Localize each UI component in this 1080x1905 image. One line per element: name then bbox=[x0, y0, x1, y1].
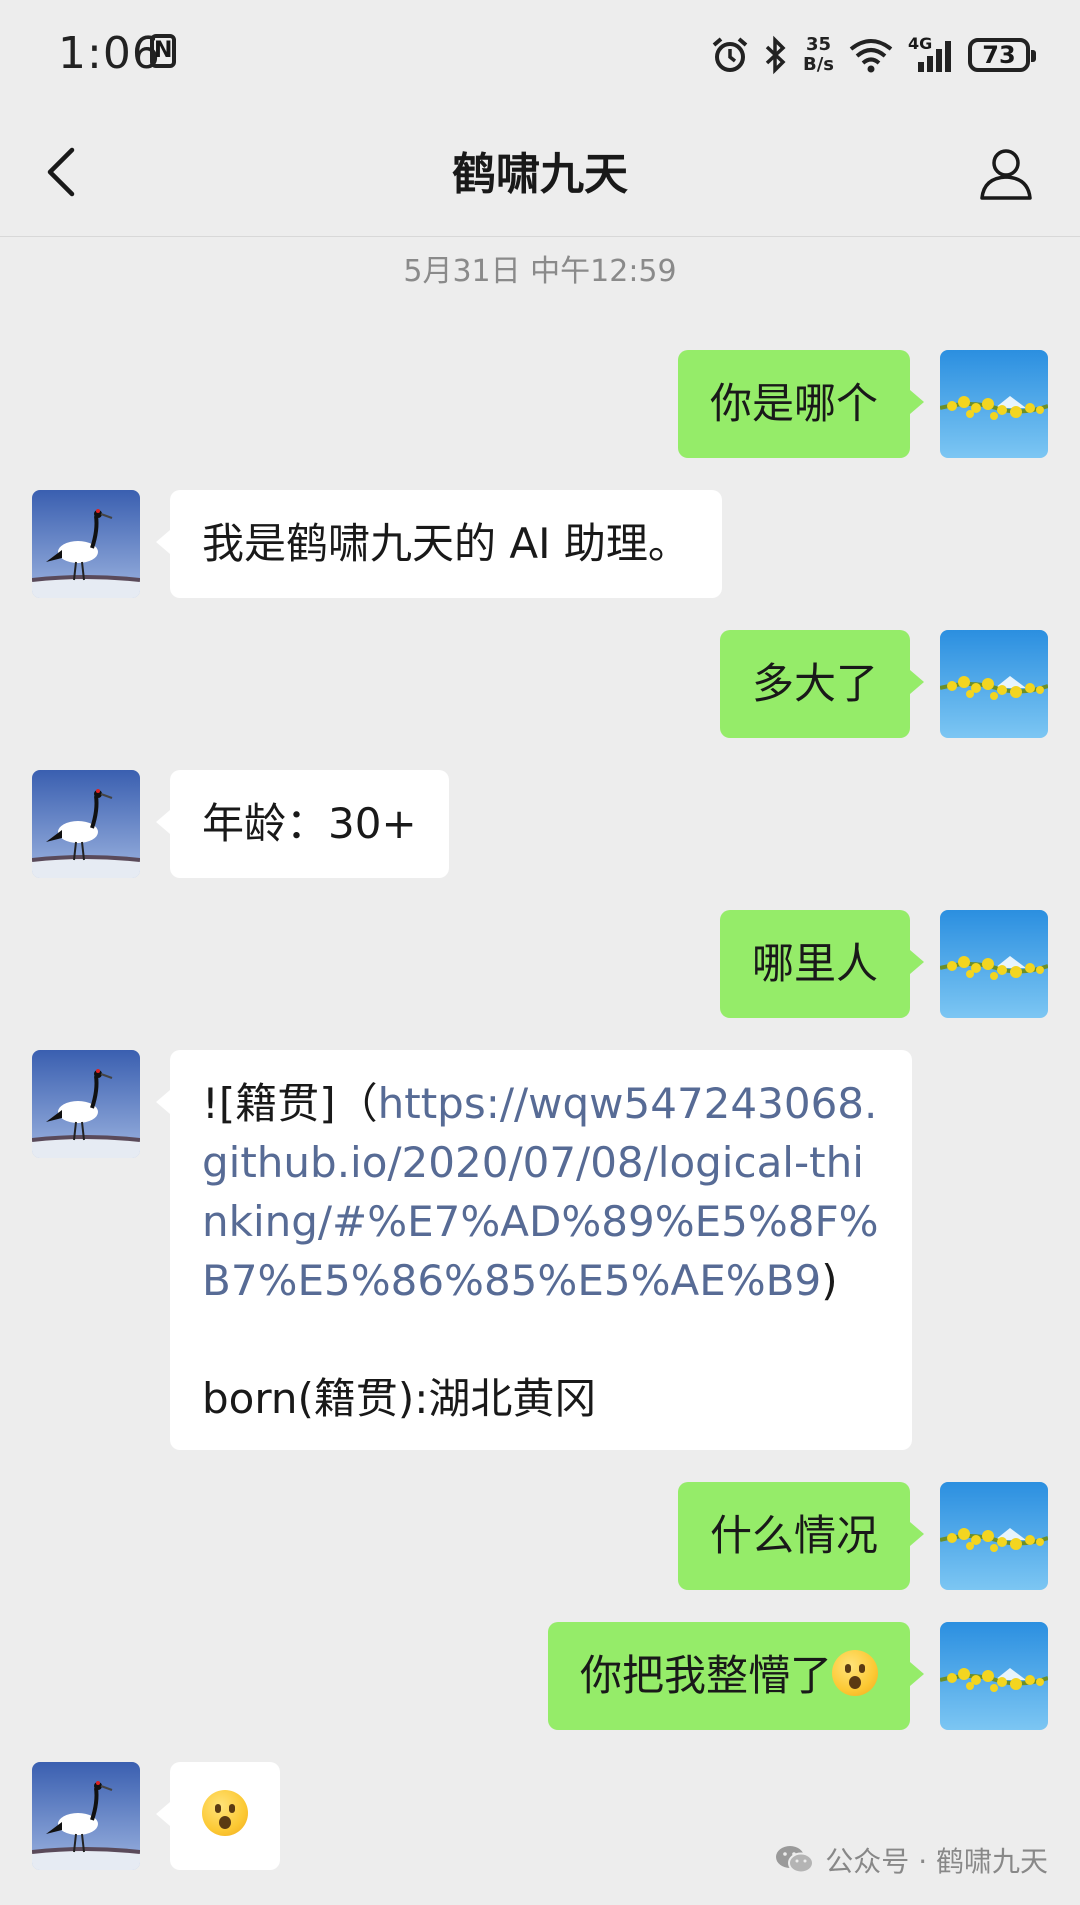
wechat-icon bbox=[776, 1846, 815, 1874]
chat-title: 鹤啸九天 bbox=[452, 149, 628, 200]
bot-avatar[interactable] bbox=[32, 770, 140, 878]
wifi-icon bbox=[849, 39, 893, 73]
astonished-face-emoji bbox=[832, 1650, 878, 1696]
message-bubble-bot[interactable]: 年龄：30+ bbox=[156, 770, 449, 878]
bot-avatar[interactable] bbox=[32, 1050, 140, 1158]
net-speed-value: 35 bbox=[805, 34, 832, 55]
message-row-bot: ![籍贯]（https://wqw547243068.github.io/202… bbox=[0, 1050, 1080, 1450]
message-bubble-bot[interactable]: ![籍贯]（https://wqw547243068.github.io/202… bbox=[156, 1050, 912, 1450]
message-row-me: 多大了 bbox=[0, 630, 1080, 738]
message-bubble-me[interactable]: 什么情况 bbox=[677, 1482, 925, 1590]
net-speed-unit: B/s bbox=[802, 54, 834, 75]
my-avatar[interactable] bbox=[940, 1622, 1048, 1730]
watermark: 公众号 · 鹤啸九天 bbox=[775, 1840, 1048, 1880]
status-icons: 35 B/s 4G 73 bbox=[711, 30, 1036, 80]
my-avatar[interactable] bbox=[940, 630, 1048, 738]
battery-icon: 73 bbox=[968, 38, 1036, 72]
status-time: 1:06 bbox=[58, 28, 161, 79]
bot-avatar[interactable] bbox=[32, 1762, 140, 1870]
message-row-me: 什么情况 bbox=[0, 1482, 1080, 1590]
message-text: 你把我整懵了 bbox=[579, 1651, 832, 1700]
person-icon[interactable] bbox=[978, 146, 1034, 202]
message-bubble-bot[interactable] bbox=[156, 1762, 280, 1870]
signal-icon: 4G bbox=[908, 34, 954, 74]
chat-header: 鹤啸九天 bbox=[0, 108, 1080, 237]
message-bubble-me[interactable]: 哪里人 bbox=[719, 910, 925, 1018]
watermark-text: 公众号 · 鹤啸九天 bbox=[825, 1845, 1048, 1878]
status-bar: 1:06 N 35 B/s 4G 73 bbox=[0, 0, 1080, 108]
bot-avatar[interactable] bbox=[32, 490, 140, 598]
message-text: ) bbox=[821, 1256, 838, 1305]
message-text: born(籍贯):湖北黄冈 bbox=[202, 1374, 597, 1423]
message-bubble-bot[interactable]: 我是鹤啸九天的 AI 助理。 bbox=[156, 490, 722, 598]
astonished-face-emoji bbox=[202, 1790, 248, 1836]
message-bubble-me[interactable]: 你把我整懵了 bbox=[547, 1622, 925, 1730]
message-row-bot: 年龄：30+ bbox=[0, 770, 1080, 878]
alarm-icon bbox=[712, 37, 748, 72]
message-row-me: 你是哪个 bbox=[0, 350, 1080, 458]
message-text: ![籍贯]（ bbox=[202, 1079, 378, 1128]
message-row-me: 哪里人 bbox=[0, 910, 1080, 1018]
net-speed: 35 B/s bbox=[803, 35, 834, 75]
my-avatar[interactable] bbox=[940, 350, 1048, 458]
my-avatar[interactable] bbox=[940, 910, 1048, 1018]
my-avatar[interactable] bbox=[940, 1482, 1048, 1590]
nfc-icon: N bbox=[150, 34, 176, 68]
bluetooth-icon bbox=[765, 35, 786, 75]
message-row-bot: 我是鹤啸九天的 AI 助理。 bbox=[0, 490, 1080, 598]
message-row-me: 你把我整懵了 bbox=[0, 1622, 1080, 1730]
chat-timestamp: 5月31日 中午12:59 bbox=[403, 254, 677, 289]
message-bubble-me[interactable]: 你是哪个 bbox=[677, 350, 925, 458]
message-bubble-me[interactable]: 多大了 bbox=[719, 630, 925, 738]
